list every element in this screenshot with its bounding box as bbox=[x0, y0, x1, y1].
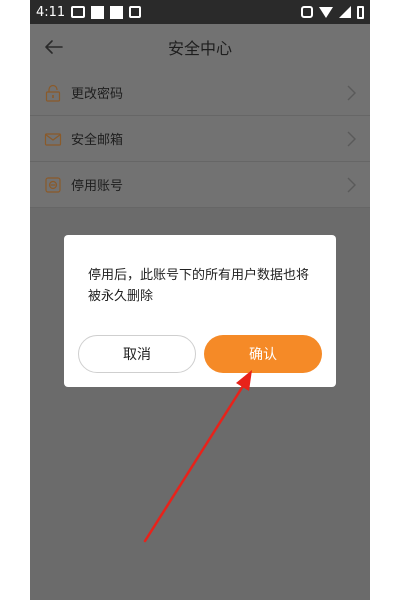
chevron-right-icon bbox=[347, 85, 356, 101]
confirm-button[interactable]: 确认 bbox=[204, 335, 322, 373]
app-notification-icon bbox=[129, 6, 142, 18]
back-arrow-icon[interactable] bbox=[40, 33, 68, 61]
signal-icon bbox=[339, 6, 351, 18]
list-item-change-password[interactable]: 更改密码 bbox=[30, 70, 370, 116]
gallery-notification-icon bbox=[71, 6, 86, 18]
mail-icon bbox=[44, 132, 62, 146]
settings-list: 更改密码 安全邮箱 停用账号 bbox=[30, 70, 370, 208]
vibrate-icon bbox=[301, 6, 313, 18]
list-item-label: 安全邮箱 bbox=[71, 133, 124, 148]
chevron-right-icon bbox=[347, 177, 356, 193]
deactivate-icon bbox=[45, 176, 61, 193]
confirm-dialog: 停用后，此账号下的所有用户数据也将被永久删除 取消 确认 bbox=[64, 235, 336, 387]
notification-icon bbox=[91, 5, 105, 19]
wifi-icon bbox=[319, 6, 333, 18]
page-title: 安全中心 bbox=[167, 39, 232, 58]
battery-icon bbox=[357, 5, 364, 19]
status-bar: 4:11 bbox=[30, 0, 370, 24]
chevron-right-icon bbox=[347, 131, 356, 147]
list-item-label: 停用账号 bbox=[71, 179, 124, 194]
lock-icon bbox=[45, 84, 61, 102]
list-item-deactivate-account[interactable]: 停用账号 bbox=[30, 162, 370, 208]
phone-screen: 4:11 安全中心 更改密码 安全邮箱 停用账号 停用后，此账号下的所有用户数据… bbox=[30, 0, 370, 600]
dialog-message: 停用后，此账号下的所有用户数据也将被永久删除 bbox=[88, 268, 310, 304]
status-time: 4:11 bbox=[36, 4, 66, 20]
app-header: 安全中心 bbox=[30, 24, 370, 70]
cancel-button[interactable]: 取消 bbox=[78, 335, 196, 373]
notification-icon bbox=[110, 5, 124, 19]
list-item-label: 更改密码 bbox=[71, 87, 124, 102]
list-item-secure-email[interactable]: 安全邮箱 bbox=[30, 116, 370, 162]
